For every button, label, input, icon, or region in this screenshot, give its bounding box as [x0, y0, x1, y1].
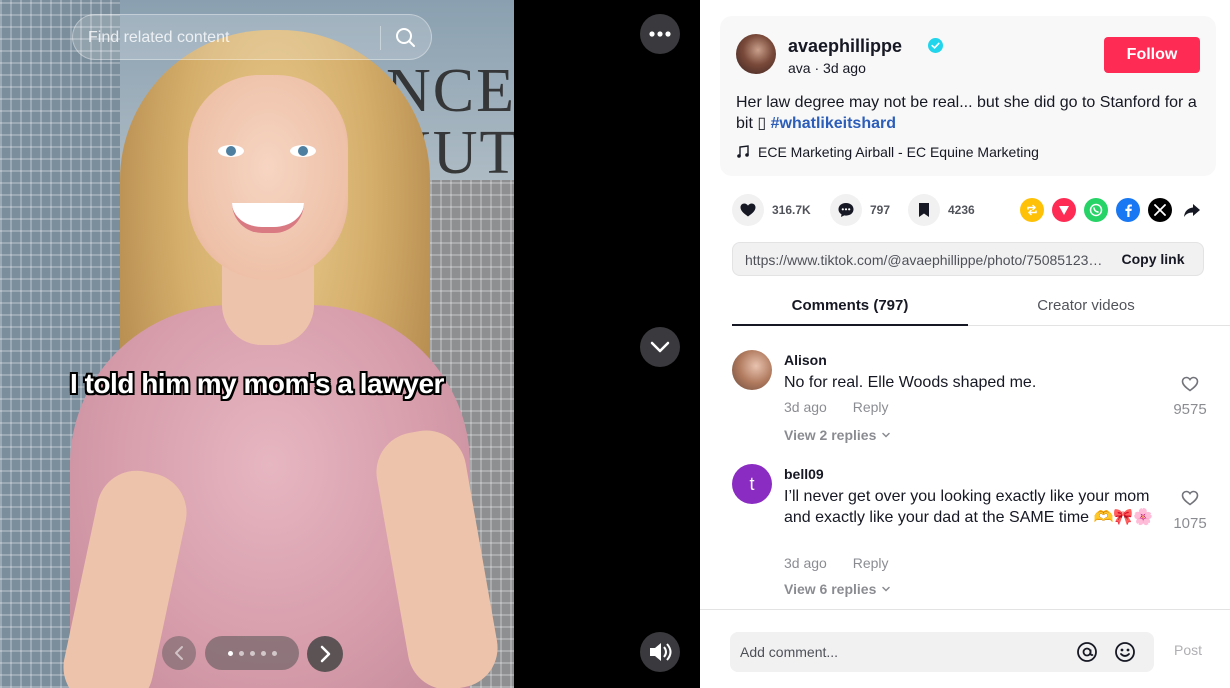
chevron-down-icon	[882, 432, 891, 438]
media-viewer: NCE HUTO I told him my mom's a lawyer	[0, 0, 700, 688]
chevron-down-icon	[882, 586, 891, 592]
related-search-bar	[72, 14, 432, 60]
tab-creator-videos[interactable]: Creator videos	[968, 288, 1204, 326]
more-options-button[interactable]	[640, 14, 680, 54]
search-icon[interactable]	[391, 23, 421, 53]
previous-slide-button[interactable]	[162, 636, 196, 670]
like-action[interactable]: 316.7K	[732, 194, 811, 226]
eye	[290, 145, 316, 157]
heart-outline-icon[interactable]	[1180, 488, 1200, 508]
commenter-username[interactable]: Alison	[784, 352, 827, 368]
share-link-url[interactable]: https://www.tiktok.com/@avaephillippe/ph…	[745, 252, 1105, 268]
author-meta: ava · 3d ago	[788, 60, 866, 76]
reply-button[interactable]: Reply	[853, 555, 889, 571]
chevron-down-icon	[650, 341, 670, 353]
next-post-button[interactable]	[640, 327, 680, 367]
next-slide-button[interactable]	[307, 636, 343, 672]
post-comment-button[interactable]: Post	[1174, 642, 1202, 658]
comment-composer: Post	[700, 609, 1230, 688]
smile	[232, 203, 304, 233]
follow-button[interactable]: Follow	[1104, 37, 1200, 73]
author-avatar[interactable]	[736, 34, 776, 74]
verified-badge-icon	[928, 38, 943, 53]
x-icon[interactable]	[1148, 198, 1172, 222]
post-time: 3d ago	[823, 60, 866, 76]
author-nickname: ava	[788, 60, 811, 76]
slide-dot[interactable]	[260, 650, 266, 656]
hashtag-link[interactable]: #whatlikeitshard	[771, 115, 896, 132]
author-username[interactable]: avaephillippe	[788, 36, 902, 57]
commenter-username[interactable]: bell09	[784, 466, 824, 482]
slide-dot[interactable]	[238, 650, 244, 656]
comment-time: 3d ago	[784, 399, 827, 415]
bookmark-icon[interactable]	[908, 194, 940, 226]
tab-comments[interactable]: Comments (797)	[732, 288, 968, 326]
comment-item: Alison No for real. Elle Woods shaped me…	[732, 350, 1218, 450]
search-divider	[380, 26, 381, 50]
post-caption: Her law degree may not be real... but sh…	[736, 92, 1206, 134]
comment-meta: 3d ago Reply	[784, 399, 889, 415]
reply-button[interactable]: Reply	[853, 399, 889, 415]
panel-tabs: Comments (797) Creator videos	[732, 288, 1230, 326]
more-dots-icon	[649, 31, 671, 37]
music-row[interactable]: ECE Marketing Airball - EC Equine Market…	[736, 143, 1039, 161]
related-search-input[interactable]	[88, 27, 368, 49]
view-replies-button[interactable]: View 2 replies	[784, 427, 892, 443]
action-bar: 316.7K 797 4236	[732, 194, 1212, 226]
slide-dot[interactable]	[227, 650, 233, 656]
save-count: 4236	[948, 203, 975, 217]
emoji-icon[interactable]	[1114, 641, 1136, 663]
comment-text: No for real. Elle Woods shaped me.	[784, 374, 1037, 391]
comment-action[interactable]: 797	[830, 194, 890, 226]
comment-item: t bell09 I’ll never get over you looking…	[732, 464, 1218, 604]
comment-text: I’ll never get over you looking exactly …	[784, 488, 1154, 526]
music-title[interactable]: ECE Marketing Airball - EC Equine Market…	[758, 144, 1039, 160]
comment-icon[interactable]	[830, 194, 862, 226]
slide-dot[interactable]	[249, 650, 255, 656]
slide-dot[interactable]	[271, 650, 277, 656]
commenter-avatar[interactable]: t	[732, 464, 772, 504]
whatsapp-icon[interactable]	[1084, 198, 1108, 222]
repost-icon[interactable]	[1020, 198, 1044, 222]
mention-icon[interactable]	[1076, 641, 1098, 663]
person-face	[188, 75, 348, 280]
heart-outline-icon[interactable]	[1180, 374, 1200, 394]
share-link-box: https://www.tiktok.com/@avaephillippe/ph…	[732, 242, 1204, 276]
post-detail-panel: avaephillippe ava · 3d ago Follow Her la…	[700, 0, 1230, 688]
view-replies-label: View 2 replies	[784, 427, 877, 443]
post-photo[interactable]: NCE HUTO	[0, 0, 514, 688]
comment-time: 3d ago	[784, 555, 827, 571]
heart-icon[interactable]	[732, 194, 764, 226]
like-count: 316.7K	[772, 203, 811, 217]
view-replies-label: View 6 replies	[784, 581, 877, 597]
comment-input[interactable]	[740, 642, 1060, 662]
comment-input-box	[730, 632, 1154, 672]
comment-like[interactable]: 9575	[1162, 374, 1218, 418]
view-replies-button[interactable]: View 6 replies	[784, 581, 892, 597]
comment-like-count: 9575	[1173, 401, 1207, 418]
eye	[218, 145, 244, 157]
comment-meta: 3d ago Reply	[784, 555, 889, 571]
music-note-icon	[737, 145, 749, 158]
comment-like[interactable]: 1075	[1162, 488, 1218, 532]
speaker-icon	[650, 643, 672, 661]
save-action[interactable]: 4236	[908, 194, 975, 226]
volume-button[interactable]	[640, 632, 680, 672]
send-icon[interactable]	[1052, 198, 1076, 222]
comment-count: 797	[870, 203, 891, 217]
photo-text-overlay: I told him my mom's a lawyer	[70, 368, 444, 399]
commenter-avatar[interactable]	[732, 350, 772, 390]
post-info-card: avaephillippe ava · 3d ago Follow Her la…	[720, 16, 1216, 176]
chevron-left-icon	[175, 646, 183, 660]
share-arrow-icon[interactable]	[1180, 198, 1204, 222]
copy-link-button[interactable]: Copy link	[1103, 243, 1203, 275]
comment-like-count: 1075	[1173, 515, 1207, 532]
facebook-icon[interactable]	[1116, 198, 1140, 222]
slide-indicator	[205, 636, 299, 670]
chevron-right-icon	[320, 645, 331, 663]
